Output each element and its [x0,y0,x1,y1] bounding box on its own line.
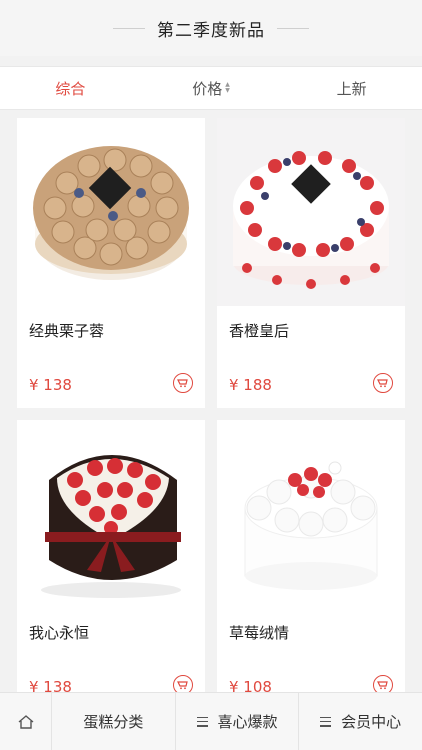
nav-label: 喜心爆款 [217,713,278,731]
cart-icon[interactable] [173,373,193,393]
product-image[interactable] [217,420,405,608]
heart-cake-image [17,420,205,608]
header-divider-right [277,27,309,29]
menu-icon [320,716,332,727]
product-name: 经典栗子蓉 [29,322,105,340]
product-card[interactable]: 我心永恒 ¥ 138 [17,420,205,710]
page-header: 第二季度新品 [0,0,422,56]
nav-label: 会员中心 [341,713,402,731]
product-card[interactable]: 香橙皇后 ¥ 188 [217,118,405,408]
nav-member-center[interactable]: 会员中心 [299,693,422,750]
tab-new[interactable]: 上新 [281,67,422,109]
product-grid: 经典栗子蓉 ¥ 138 香橙皇后 ¥ 188 我心永恒 ¥ 138 草莓绒情 ¥… [17,118,407,710]
tab-label: 上新 [336,79,367,98]
menu-icon [196,716,208,727]
tab-label: 综合 [55,79,86,98]
tab-label: 价格 [192,79,223,98]
cart-icon[interactable] [373,373,393,393]
sort-arrows-icon: ▲ ▼ [225,81,230,94]
chestnut-cake-image [17,118,205,306]
header-divider-left [113,27,145,29]
product-price: ¥ 138 [29,376,72,394]
bottom-nav: 蛋糕分类 喜心爆款 会员中心 [0,692,422,750]
product-card[interactable]: 草莓绒情 ¥ 108 [217,420,405,710]
sort-bar: 综合 价格 ▲ ▼ 上新 [0,66,422,110]
product-image[interactable] [217,118,405,306]
product-card[interactable]: 经典栗子蓉 ¥ 138 [17,118,205,408]
nav-hot-items[interactable]: 喜心爆款 [176,692,300,750]
product-name: 我心永恒 [29,624,90,642]
nav-label: 蛋糕分类 [83,713,144,731]
home-icon[interactable] [0,692,52,750]
tab-price[interactable]: 价格 ▲ ▼ [141,67,282,109]
product-name: 草莓绒情 [229,624,290,642]
strawberry-cake-image [217,420,405,608]
product-image[interactable] [17,420,205,608]
product-price: ¥ 188 [229,376,272,394]
orange-queen-cake-image [217,118,405,306]
product-name: 香橙皇后 [229,322,290,340]
product-image[interactable] [17,118,205,306]
page-title: 第二季度新品 [157,20,265,41]
tab-comprehensive[interactable]: 综合 [0,67,141,109]
nav-cake-category[interactable]: 蛋糕分类 [52,692,176,750]
